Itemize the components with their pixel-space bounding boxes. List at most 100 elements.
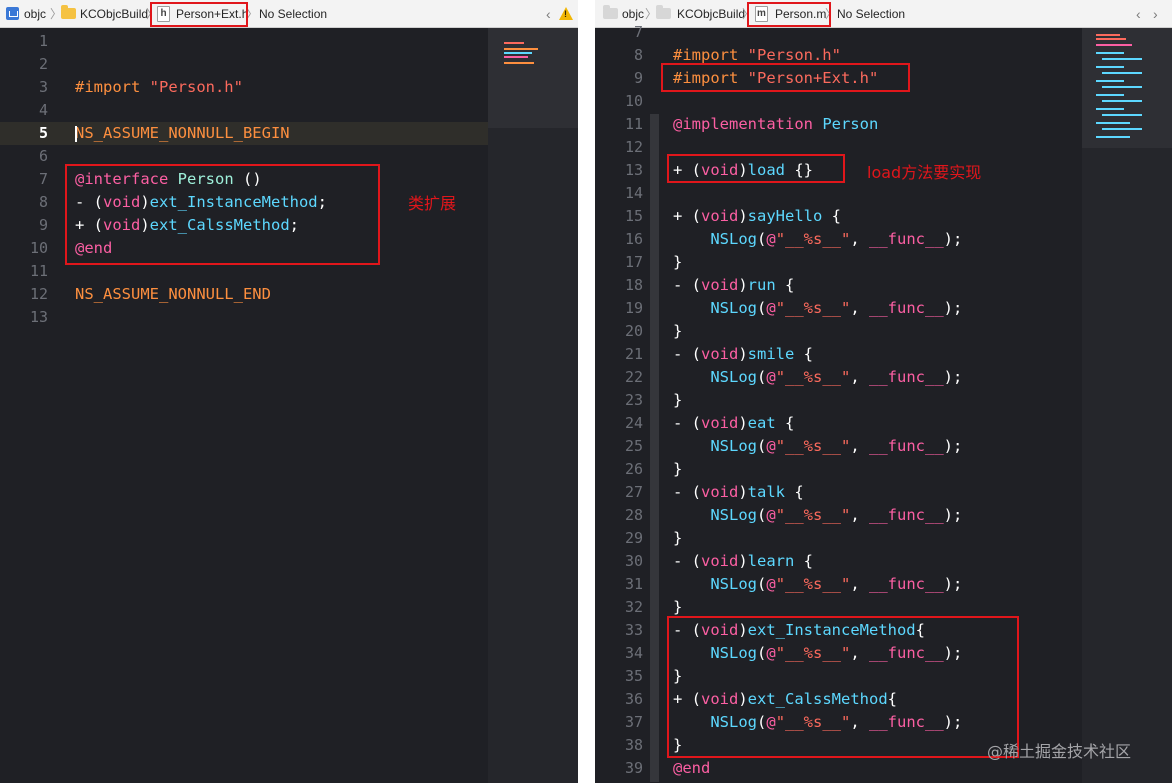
minimap-line [504,56,528,58]
line-number: 13 [624,161,643,179]
line-number: 4 [38,101,48,119]
code-token: #import [673,69,748,87]
line-number: 18 [624,276,643,294]
code-token: "__%s__" [775,299,851,317]
code-token: , [850,230,870,248]
line-number: 37 [624,713,643,731]
code-token: ( [757,713,767,731]
minimap-viewport[interactable] [488,28,578,128]
code-text: + (void)ext_CalssMethod{ [673,688,897,711]
minimap-line [1102,128,1142,130]
code-token: ) [738,483,748,501]
code-token: @ [766,506,776,524]
minimap-line [1096,34,1120,36]
line-number: 16 [624,230,643,248]
code-token: + ( [673,690,701,708]
code-text: } [673,734,682,757]
code-text: NSLog(@"__%s__", __func__); [673,435,962,458]
line-number: 25 [624,437,643,455]
code-token: "__%s__" [775,437,851,455]
code-token: ( [757,506,767,524]
code-token: ext_CalssMethod [149,216,290,234]
code-token: void [701,621,739,639]
line-number: 10 [29,239,48,257]
code-token: , [850,644,870,662]
line-number: 27 [624,483,643,501]
code-token: {} [785,161,813,179]
xcode-project-icon [6,7,19,20]
code-text: } [673,251,682,274]
code-token: ); [943,644,963,662]
minimap-right[interactable] [1082,28,1172,783]
line-number: 35 [624,667,643,685]
minimap-line [1102,58,1142,60]
minimap-line [1102,114,1142,116]
code-token: ); [943,437,963,455]
code-text: NSLog(@"__%s__", __func__); [673,297,962,320]
breadcrumb-file[interactable]: Person+Ext.h [176,0,248,28]
code-token: NSLog [710,575,757,593]
code-token: Person [822,115,879,133]
code-token: , [850,575,870,593]
warning-icon[interactable] [559,7,573,20]
code-token: ; [289,216,299,234]
code-text: NSLog(@"__%s__", __func__); [673,504,962,527]
line-number: 3 [38,78,48,96]
code-token: @interface [75,170,178,188]
code-token: } [673,736,683,754]
pane-divider[interactable] [578,0,595,783]
code-token: void [701,690,739,708]
code-token: NS_ASSUME_NONNULL_END [75,285,271,303]
code-token: ); [943,230,963,248]
line-number: 9 [38,216,48,234]
code-token: NSLog [710,299,757,317]
editor-pane-right[interactable]: objc 〉 KCObjcBuild 〉 m Person.m 〉 No Sel… [595,0,1172,783]
folder-icon [61,5,76,19]
breadcrumb-selection[interactable]: No Selection [259,0,327,28]
code-token: void [701,552,739,570]
code-token: "Person+Ext.h" [747,69,879,87]
line-number: 21 [624,345,643,363]
line-number: 7 [38,170,48,188]
minimap-left[interactable] [488,28,578,783]
editor-pane-left[interactable]: objc 〉 KCObjcBuild 〉 h Person+Ext.h 〉 No… [0,0,578,783]
line-number: 23 [624,391,643,409]
code-token: void [701,483,739,501]
code-text: NSLog(@"__%s__", __func__); [673,366,962,389]
code-text: } [673,389,682,412]
code-token: , [850,299,870,317]
code-text: - (void)eat { [673,412,794,435]
code-text: @end [75,237,112,260]
code-token: ( [757,437,767,455]
code-token: } [673,667,683,685]
minimap-line [504,48,538,50]
code-text: - (void)ext_InstanceMethod{ [673,619,925,642]
line-number: 8 [38,193,48,211]
code-text: NSLog(@"__%s__", __func__); [673,642,962,665]
code-token: void [701,345,739,363]
code-text: } [673,665,682,688]
breadcrumb-group[interactable]: KCObjcBuild [80,0,148,28]
line-number: 32 [624,598,643,616]
breadcrumb-project[interactable]: objc [24,0,46,28]
line-number: 28 [624,506,643,524]
code-token: talk [747,483,785,501]
code-text: - (void)ext_InstanceMethod; [75,191,327,214]
minimap-viewport[interactable] [1082,28,1172,148]
line-number: 30 [624,552,643,570]
line-number: 11 [624,115,643,133]
code-token: , [850,368,870,386]
code-token: @ [766,575,776,593]
text-cursor [75,126,77,142]
code-token: { [775,276,795,294]
code-token: ); [943,575,963,593]
code-token: "__%s__" [775,575,851,593]
code-text: #import "Person.h" [75,76,243,99]
code-token: ext_CalssMethod [747,690,888,708]
chevron-left-icon[interactable]: ‹ [546,0,551,28]
